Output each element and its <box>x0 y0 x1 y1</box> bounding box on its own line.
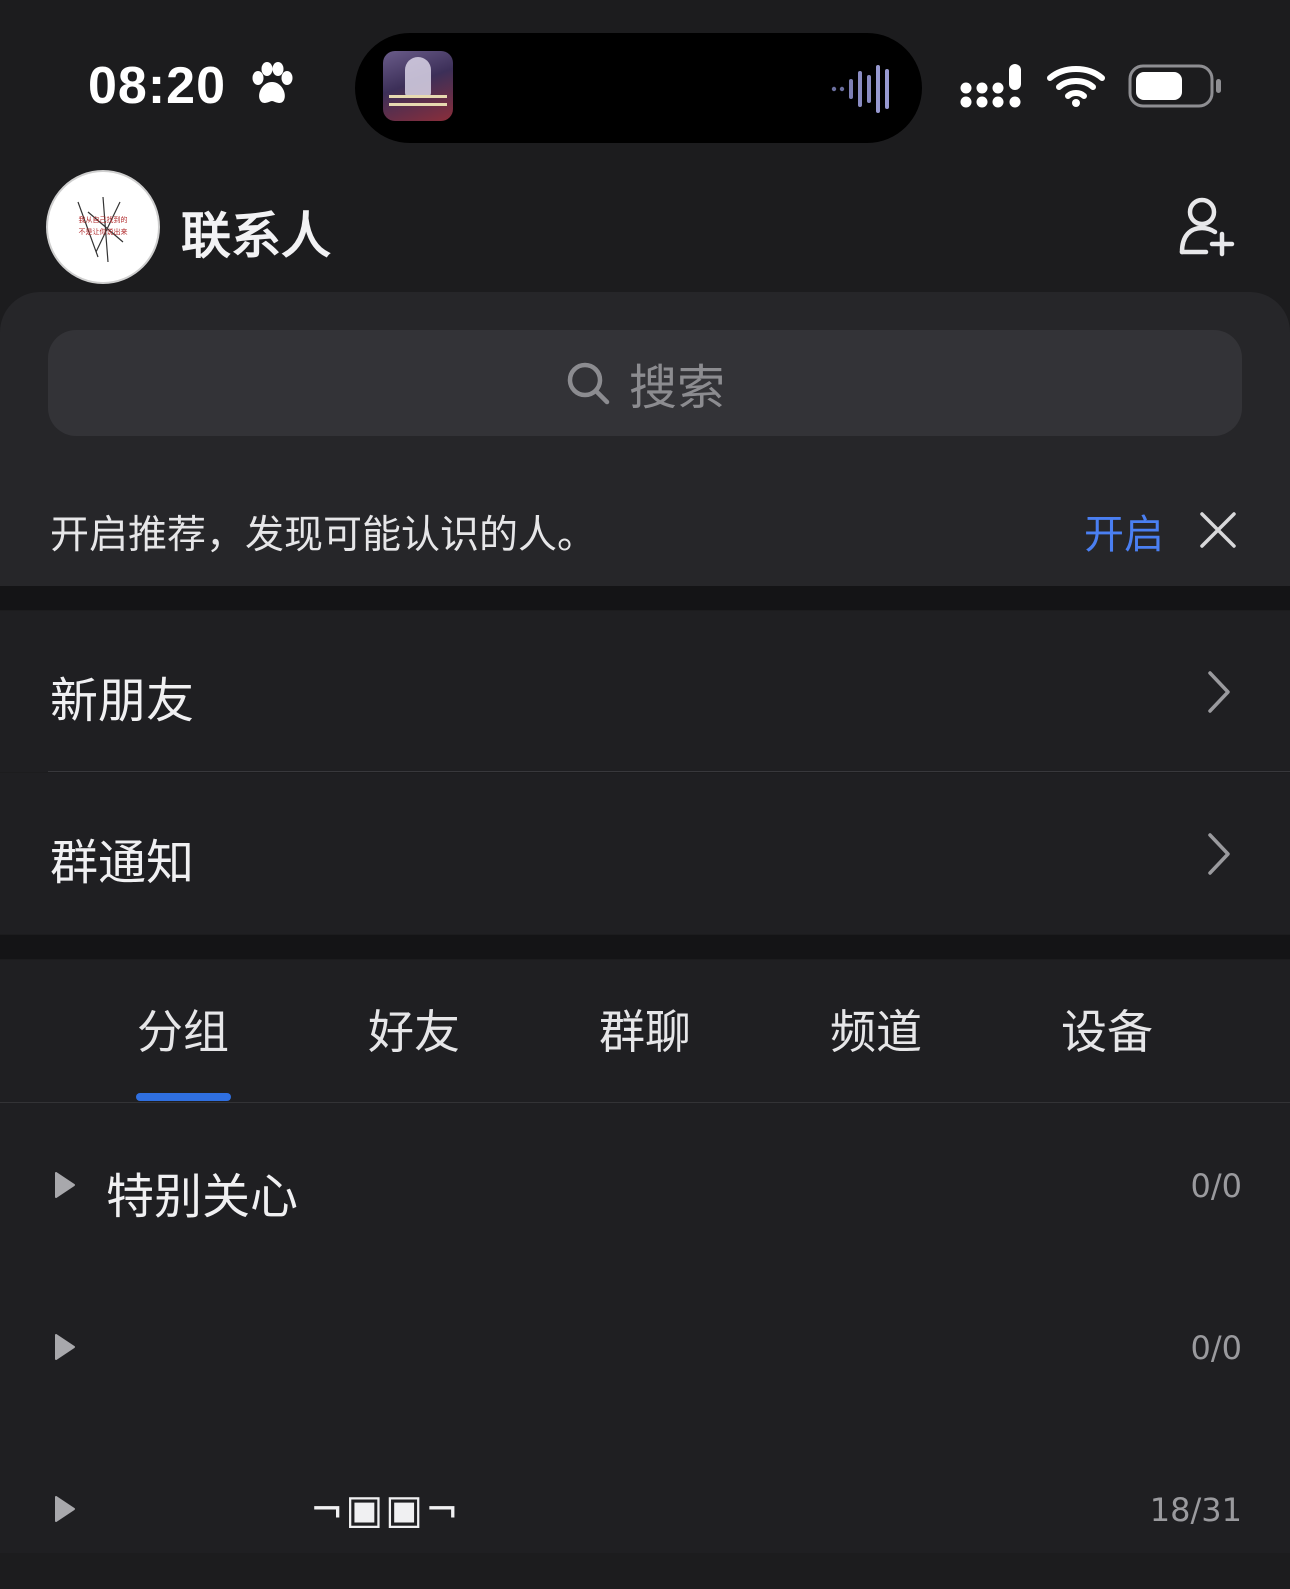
chevron-right-icon <box>1208 833 1230 875</box>
tab-group-chats[interactable]: 群聊 <box>545 996 745 1062</box>
menu-item-label: 群通知 <box>50 835 195 891</box>
row-divider <box>48 771 1290 772</box>
menu-item-label: 新朋友 <box>50 673 195 729</box>
menu-item-new-friends[interactable]: 新朋友 <box>0 611 1290 772</box>
group-count: 0/0 <box>1190 1167 1243 1205</box>
avatar-image: 我从自己找到的 不是让你说出来 <box>77 196 128 263</box>
search-icon <box>567 362 610 405</box>
group-count: 0/0 <box>1190 1329 1243 1367</box>
search-input[interactable]: 搜索 <box>48 330 1242 436</box>
expand-arrow-icon <box>55 1334 75 1360</box>
audio-waveform-icon <box>831 65 889 113</box>
tab-channels[interactable]: 频道 <box>776 996 976 1062</box>
add-contact-icon[interactable] <box>1172 194 1238 260</box>
status-bar: 08:20 <box>0 0 1290 160</box>
expand-arrow-icon <box>55 1496 75 1522</box>
group-name: 特别关心 <box>106 1169 299 1225</box>
recommend-text: 开启推荐，发现可能认识的人。 <box>50 513 597 558</box>
search-panel: 搜索 开启推荐，发现可能认识的人。 开启 <box>0 292 1290 586</box>
group-row-unnamed[interactable]: 0/0 <box>0 1265 1290 1427</box>
chevron-right-icon <box>1208 671 1230 713</box>
tab-groups[interactable]: 分组 <box>83 996 283 1062</box>
tab-friends[interactable]: 好友 <box>314 996 514 1062</box>
group-name: ¬▣▣¬ <box>310 1487 461 1533</box>
dynamic-island[interactable] <box>355 33 922 143</box>
contacts-tabs: 分组 好友 群聊 频道 设备 <box>0 960 1290 1103</box>
wifi-icon <box>1047 66 1105 107</box>
section-divider <box>0 935 1290 959</box>
group-list: 特别关心 0/0 0/0 ¬▣▣¬ 18/31 <box>0 1103 1290 1553</box>
now-playing-artwork[interactable] <box>383 51 453 121</box>
close-icon[interactable] <box>1198 510 1238 550</box>
group-row-special-care[interactable]: 特别关心 0/0 <box>0 1103 1290 1265</box>
avatar[interactable]: 我从自己找到的 不是让你说出来 <box>46 170 160 284</box>
group-count: 18/31 <box>1149 1491 1242 1529</box>
menu-item-group-notices[interactable]: 群通知 <box>0 773 1290 934</box>
recommend-enable-button[interactable]: 开启 <box>1084 502 1164 560</box>
group-row-symbols[interactable]: ¬▣▣¬ 18/31 <box>0 1427 1290 1589</box>
cellular-signal-icon <box>960 64 1021 108</box>
svg-text:不是让你说出来: 不是让你说出来 <box>79 227 128 236</box>
battery-icon <box>1128 64 1221 108</box>
expand-arrow-icon <box>55 1172 75 1198</box>
paw-icon <box>252 62 293 103</box>
tab-devices[interactable]: 设备 <box>1007 996 1207 1062</box>
active-tab-indicator <box>136 1093 231 1101</box>
svg-text:我从自己找到的: 我从自己找到的 <box>79 215 128 224</box>
search-placeholder: 搜索 <box>628 360 725 416</box>
contacts-header: 我从自己找到的 不是让你说出来 联系人 <box>0 160 1290 290</box>
section-divider <box>0 586 1290 610</box>
page-title: 联系人 <box>181 207 331 265</box>
status-time: 08:20 <box>88 57 226 115</box>
